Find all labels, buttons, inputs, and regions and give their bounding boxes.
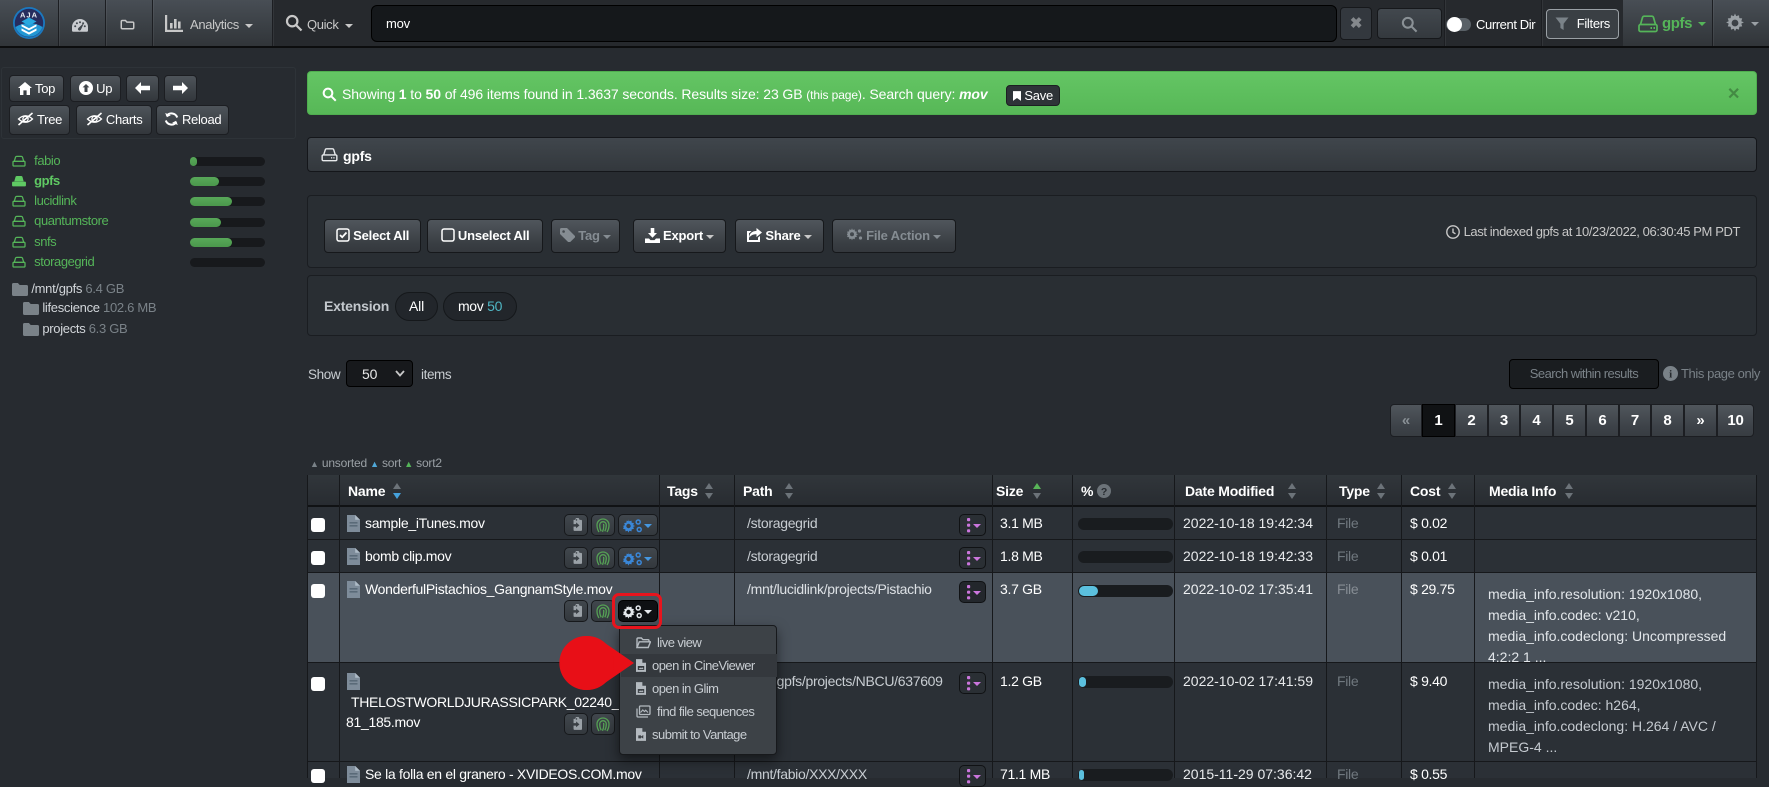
svg-text:i: i bbox=[1669, 369, 1672, 381]
svg-text:?: ? bbox=[1101, 486, 1107, 498]
